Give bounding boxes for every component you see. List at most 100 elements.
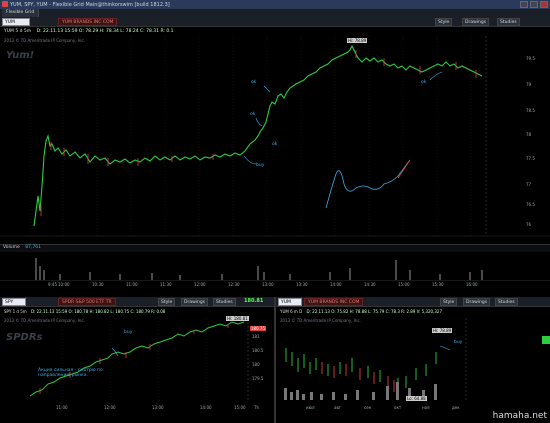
main-style-button[interactable]: Style [435,18,453,26]
tab-flexible-grid[interactable]: Flexible Grid [2,9,40,17]
time-tick: 15:00 [398,282,410,287]
minimize-button[interactable] [520,1,528,8]
volume-value: 87,761 [25,245,41,250]
time-tick: 14:00 [330,282,342,287]
spy-annotation-buy: buy [124,330,133,335]
main-chart-toolbar: YUM YUM BRANDS INC COM Style Drawings St… [0,17,550,27]
yum-daily-style-button[interactable]: Style [440,298,458,306]
yum-daily-symbol-input[interactable]: YUM [278,298,302,306]
main-price-axis[interactable]: 79.5 79 78.5 78 77.5 77 76.5 76 [524,36,550,236]
main-annotation-ok-4: ok [421,80,427,85]
spy-symbol-input[interactable]: SPY [2,298,26,306]
time-tick: 13:00 [152,405,164,410]
main-annotation-ok-1: ok [251,80,257,85]
spy-last-price: 180.81 [244,298,264,304]
spy-price-chart[interactable] [0,318,274,404]
time-tick: 10:30 [92,282,104,287]
window-controls [520,1,548,8]
yum-daily-quote-line: YUM 6 m D D: 22.11.13 O: 75.82 H: 78.88 … [280,309,442,317]
spy-studies-button[interactable]: Studies [213,298,236,306]
main-price-chart[interactable] [0,36,550,242]
price-tick: 79.5 [526,56,535,61]
yum-daily-company-name: YUM BRANDS INC COM [304,298,364,306]
spy-quote-line: SPY 1 d 5m D: 22.11.13 15:59 O: 180.78 H… [4,309,165,317]
volume-header: Volume 87,761 [0,244,550,252]
time-tick: 11:00 [126,282,138,287]
yum-daily-timeframe: YUM 6 m D [280,309,303,314]
time-tick: 10:00 [58,282,70,287]
yum-daily-chart[interactable] [276,318,550,404]
yum-daily-lo-label: Lo: 64.88 [406,396,427,401]
price-tick: 78.5 [526,108,535,113]
yum-daily-toolbar: YUM YUM BRANDS INC COM Style Drawings St… [276,297,550,307]
time-tick: дек [452,405,460,410]
volume-label: Volume [3,245,20,250]
time-tick: 13:00 [262,282,274,287]
window-title-bar: YUM, SPY, YUM - Flexible Grid Main@think… [0,0,550,9]
price-tick: 180 [252,362,260,367]
price-tick: 77.5 [526,156,535,161]
price-tick: 181 [252,334,260,339]
spy-comment-line: направлению рынка. [38,373,88,378]
main-studies-button[interactable]: Studies [497,18,520,26]
price-tick: 76.5 [526,202,535,207]
volume-chart[interactable] [0,252,550,282]
time-tick: 11:00 [56,405,68,410]
main-time-axis[interactable]: 9:45 10:00 10:30 11:00 11:30 12:00 12:30… [0,282,550,290]
yum-daily-studies-button[interactable]: Studies [495,298,518,306]
spy-company-name: SPDR S&P 500 ETF TR [58,298,116,306]
main-annotation-ok-3: ok [272,142,278,147]
time-tick: 9:45 [48,282,57,287]
time-tick: 14:30 [364,282,376,287]
main-symbol-input[interactable]: YUM [2,18,30,26]
yum-daily-hi-label: Hi: 78.89 [432,328,453,333]
main-annotation-buy: buy [256,163,265,168]
spy-drawings-button[interactable]: Drawings [181,298,209,306]
yum-daily-annotation-buy: buy [454,340,463,345]
main-hi-label: Hi: 78.89 [347,38,368,43]
time-tick: 15:00 [234,405,246,410]
main-timeframe: YUM 5 d 5m [4,29,32,34]
time-tick: 12:00 [104,405,116,410]
main-annotation-ok-2: ok [250,112,256,117]
spy-chart-toolbar: SPY SPDR S&P 500 ETF TR Style Drawings S… [0,297,274,307]
spy-timeframe: SPY 1 d 5m [4,309,27,314]
time-tick: 13:30 [296,282,308,287]
price-tick: 76 [526,222,532,227]
tab-bar: Flexible Grid [0,9,550,17]
time-tick: Th [254,405,259,410]
price-tick: 179.5 [252,376,264,381]
time-tick: 15:30 [432,282,444,287]
main-drawings-button[interactable]: Drawings [462,18,490,26]
spy-price-tag: 180.75 [250,326,266,331]
time-tick: окт [394,405,402,410]
yum-daily-quote: D: 22.11.13 O: 75.82 H: 78.88 L: 75.79 C… [306,309,443,314]
spy-style-button[interactable]: Style [158,298,176,306]
app-icon [2,1,8,7]
time-tick: сен [364,405,372,410]
time-tick: авг [334,405,341,410]
window-title: YUM, SPY, YUM - Flexible Grid Main@think… [10,1,170,8]
spy-hi-label: Hi: 180.81 [226,316,249,321]
time-tick: июл [306,405,315,410]
price-tick: 78 [526,132,532,137]
close-button[interactable] [540,1,548,8]
spy-price-axis[interactable]: 181 180.5 180 179.5 [252,334,274,404]
time-tick: 14:00 [200,405,212,410]
main-company-name: YUM BRANDS INC COM [58,18,118,26]
price-tick: 77 [526,182,532,187]
time-tick: 11:30 [160,282,172,287]
time-tick: 16:00 [466,282,478,287]
spy-quote: D: 22.11.13 15:59 O: 180.78 H: 180.82 L:… [30,309,166,314]
price-tick: 79 [526,82,532,87]
site-watermark: hamaha.net [492,411,547,421]
yum-daily-drawings-button[interactable]: Drawings [463,298,491,306]
spy-comment: Акция сильная - смотрю по направлению ры… [38,368,103,378]
time-tick: 12:30 [228,282,240,287]
maximize-button[interactable] [530,1,538,8]
main-quote: D: 22.11.13 15:59 O: 78.29 H: 78.34 L: 7… [36,29,174,34]
time-tick: ноя [422,405,430,410]
price-tick: 180.5 [252,348,264,353]
spy-time-axis[interactable]: 11:00 12:00 13:00 14:00 15:00 Th [0,405,274,413]
time-tick: 12:00 [194,282,206,287]
